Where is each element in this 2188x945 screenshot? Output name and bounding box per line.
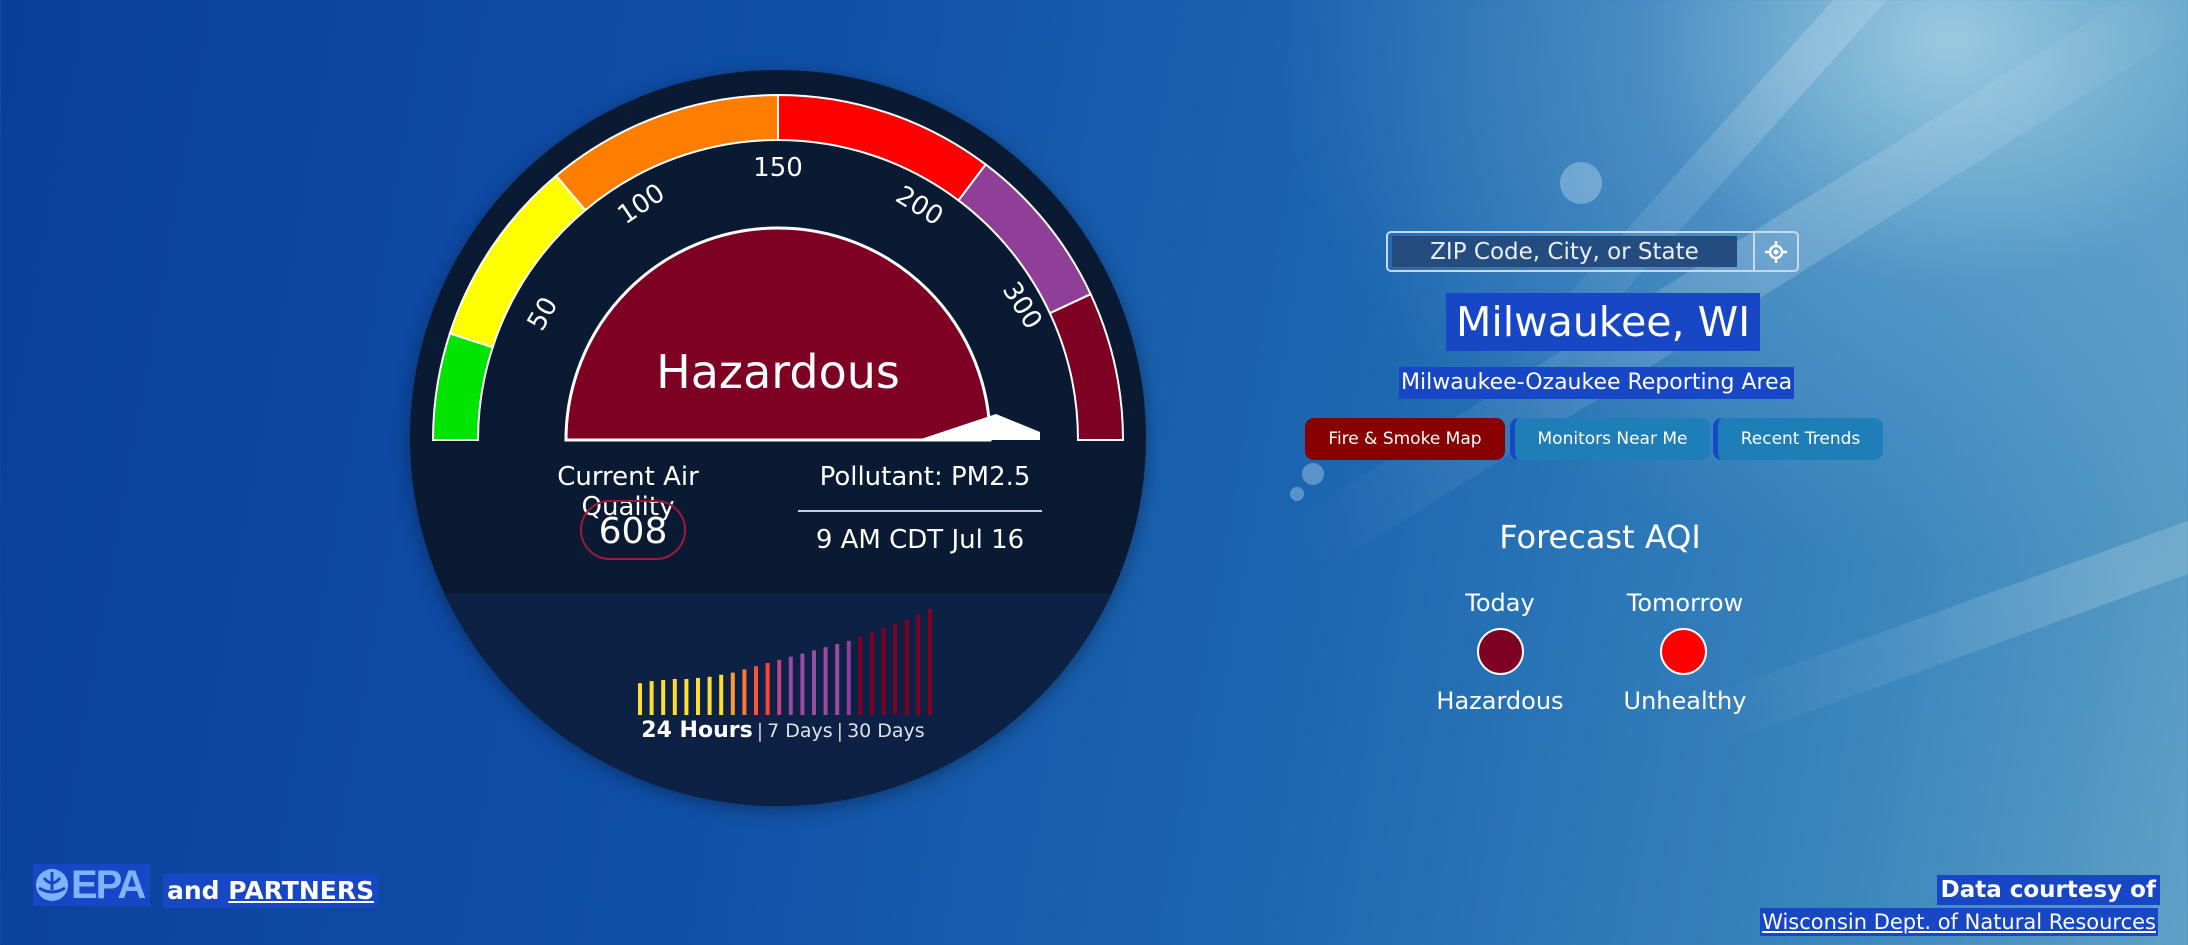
reporting-area: Milwaukee-Ozaukee Reporting Area bbox=[1399, 367, 1795, 399]
history-bar bbox=[730, 672, 735, 715]
lens-flare bbox=[1560, 162, 1602, 204]
city-name: Milwaukee, WI bbox=[1446, 293, 1761, 351]
history-bar bbox=[788, 656, 793, 715]
history-bar bbox=[916, 614, 921, 715]
history-bar bbox=[684, 678, 689, 715]
history-bar bbox=[881, 628, 886, 715]
segment-unhealthy bbox=[777, 93, 988, 202]
history-bar bbox=[823, 647, 828, 715]
timestamp: 9 AM CDT Jul 16 bbox=[815, 525, 1025, 555]
data-source-link[interactable]: Wisconsin Dept. of Natural Resources bbox=[1760, 908, 2158, 936]
segment-usg bbox=[554, 93, 779, 212]
history-bar bbox=[649, 681, 654, 715]
partners-link[interactable]: PARTNERS bbox=[228, 876, 374, 905]
forecast-today-category: Hazardous bbox=[1436, 687, 1564, 715]
history-bar bbox=[672, 678, 677, 715]
monitors-near-me-button[interactable]: Monitors Near Me bbox=[1510, 418, 1710, 460]
and-label: and bbox=[167, 876, 220, 905]
history-bar bbox=[904, 619, 909, 715]
history-bar bbox=[661, 680, 666, 715]
lens-flare bbox=[1302, 463, 1324, 485]
separator: | bbox=[836, 720, 844, 742]
history-bar bbox=[835, 643, 840, 715]
search-input[interactable] bbox=[1392, 236, 1737, 267]
history-bar bbox=[765, 663, 770, 715]
divider bbox=[798, 510, 1042, 512]
tick-label-100: 100 bbox=[613, 178, 671, 231]
gauge-dial: 50 100 150 200 300 bbox=[431, 93, 1125, 715]
category-dome bbox=[564, 226, 992, 442]
epa-logo[interactable]: EPA bbox=[33, 862, 151, 907]
forecast-today-label: Today bbox=[1465, 589, 1535, 617]
locate-me-button[interactable] bbox=[1753, 233, 1797, 270]
forecast-tomorrow-category: Unhealthy bbox=[1623, 687, 1747, 715]
history-bar bbox=[812, 650, 816, 715]
tick-label-50: 50 bbox=[522, 292, 565, 336]
history-bar bbox=[742, 669, 747, 715]
history-bar bbox=[696, 677, 700, 715]
tick-label-150: 150 bbox=[753, 153, 803, 183]
forecast-title: Forecast AQI bbox=[1499, 518, 1701, 556]
history-bar bbox=[707, 676, 712, 715]
history-bar bbox=[846, 640, 851, 715]
lens-flare bbox=[1290, 487, 1304, 501]
history-bar bbox=[928, 609, 932, 715]
history-bar bbox=[870, 632, 874, 715]
category-label: Hazardous bbox=[656, 345, 900, 399]
location-search bbox=[1386, 231, 1799, 272]
light-ray bbox=[1284, 0, 2188, 576]
pollutant-label: Pollutant: PM2.5 bbox=[819, 462, 1031, 492]
history-bar bbox=[858, 636, 863, 715]
aqi-gauge: 50 100 150 200 300 Hazardous Current Air… bbox=[410, 70, 1146, 806]
range-30-days[interactable]: 30 Days bbox=[847, 720, 925, 742]
data-courtesy-label: Data courtesy of bbox=[1936, 875, 2160, 905]
fire-smoke-map-button[interactable]: Fire & Smoke Map bbox=[1305, 418, 1505, 460]
history-bar bbox=[754, 666, 758, 715]
range-7-days[interactable]: 7 Days bbox=[767, 720, 833, 742]
partners-credit: and PARTNERS bbox=[163, 874, 379, 908]
recent-trends-button[interactable]: Recent Trends bbox=[1713, 418, 1883, 460]
separator: | bbox=[756, 720, 764, 742]
forecast-today-dot bbox=[1477, 628, 1524, 675]
segment-moderate bbox=[448, 174, 587, 349]
history-bar bbox=[893, 623, 898, 715]
forecast-tomorrow-dot bbox=[1660, 628, 1707, 675]
history-range-selector: 24 Hours | 7 Days | 30 Days bbox=[633, 718, 933, 743]
range-24-hours[interactable]: 24 Hours bbox=[641, 718, 752, 743]
epa-logo-text: EPA bbox=[71, 862, 146, 907]
history-bar bbox=[638, 683, 642, 715]
epa-flower-icon bbox=[36, 869, 68, 901]
crosshair-icon bbox=[1765, 240, 1787, 263]
history-bar bbox=[800, 653, 805, 715]
forecast-tomorrow-label: Tomorrow bbox=[1626, 589, 1744, 617]
history-bars bbox=[638, 609, 932, 715]
history-bar bbox=[719, 674, 724, 715]
aqi-value: 608 bbox=[580, 500, 686, 560]
history-bar bbox=[777, 659, 782, 715]
